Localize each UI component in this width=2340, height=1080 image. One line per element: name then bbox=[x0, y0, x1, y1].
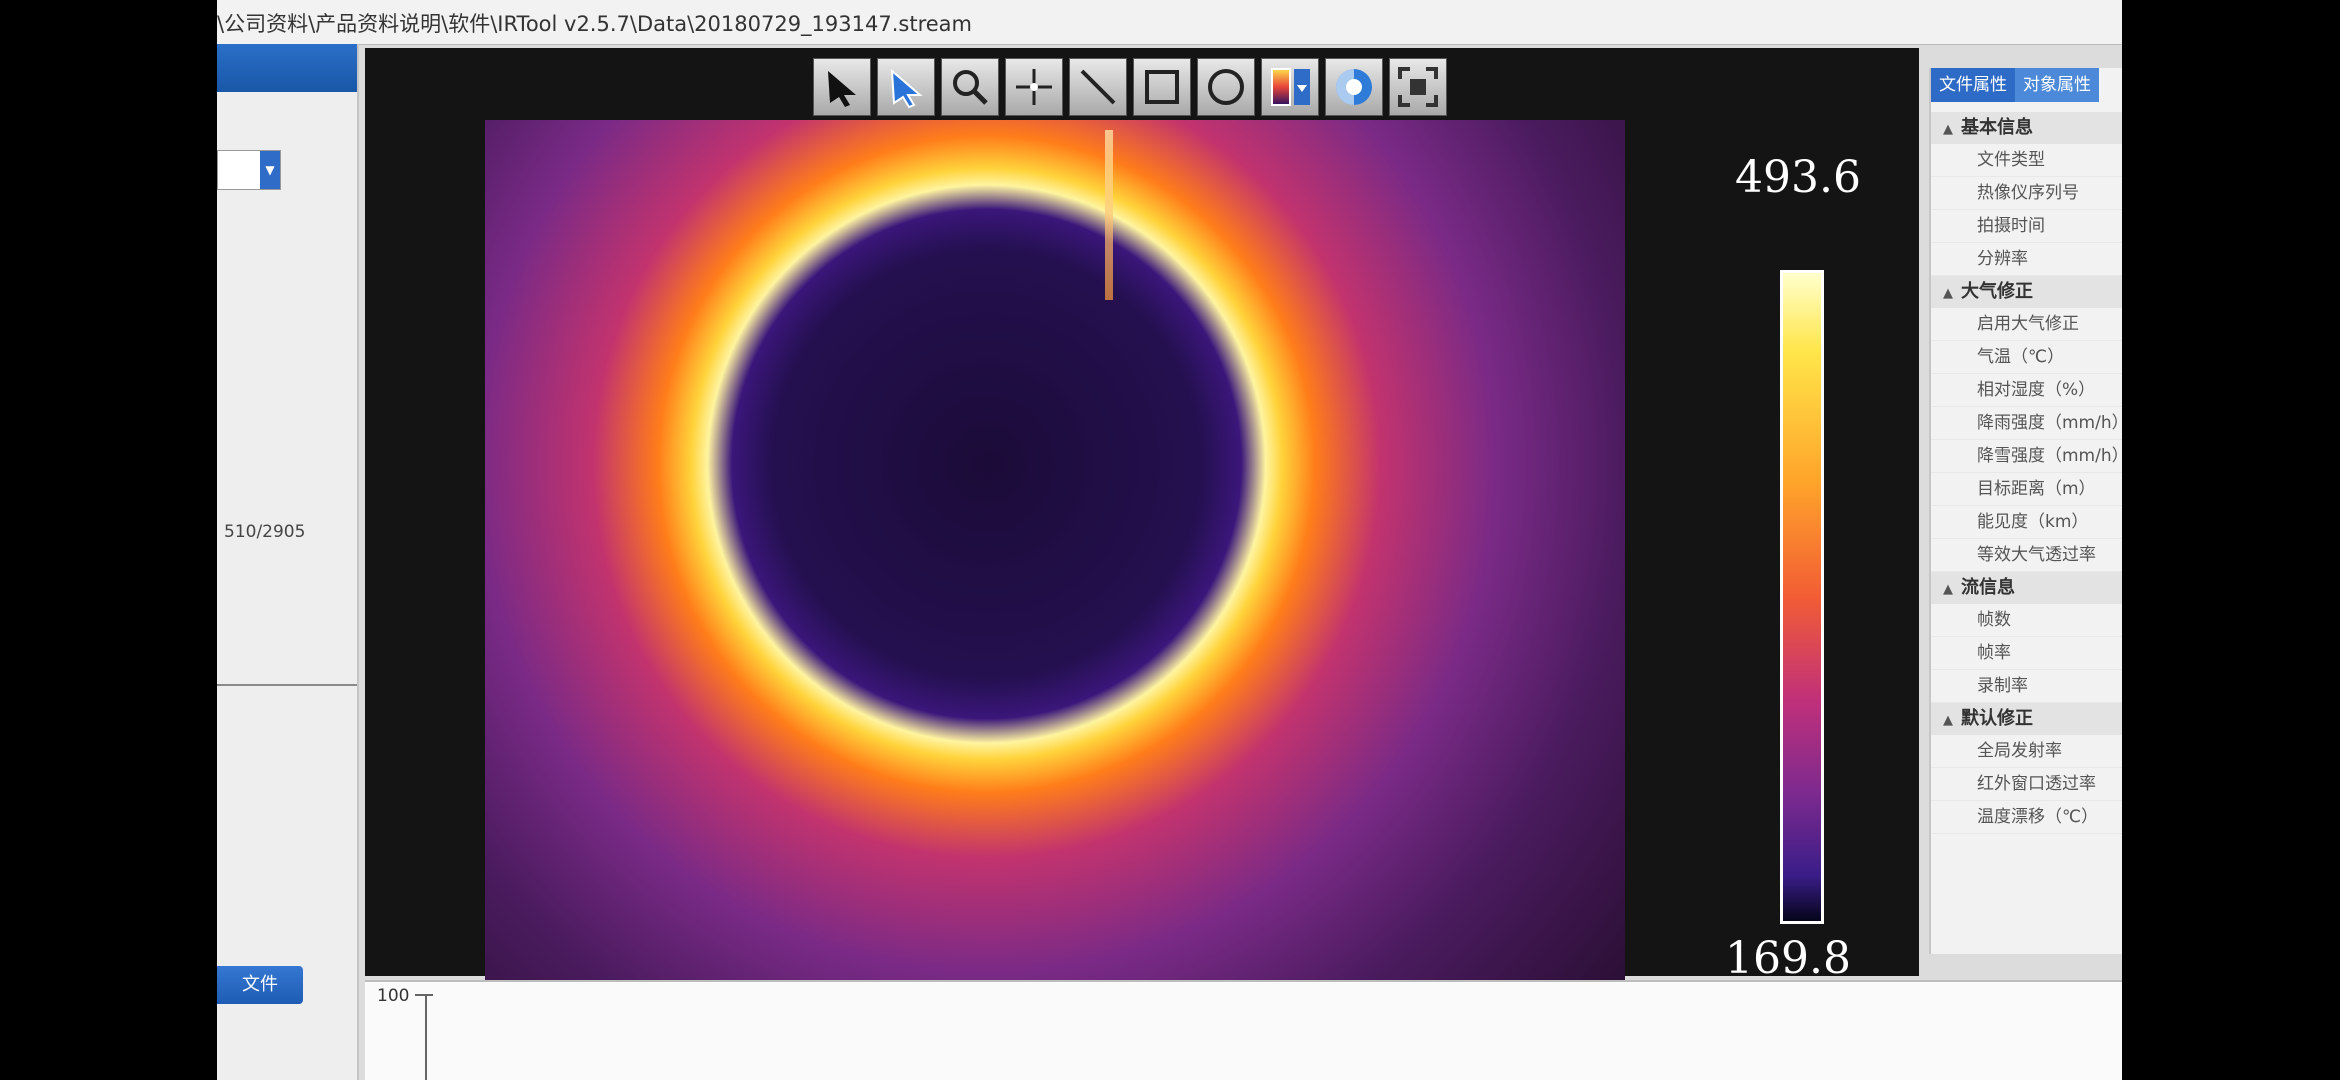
tab-file-properties[interactable]: 文件属性 bbox=[1931, 68, 2015, 102]
prop-humidity[interactable]: 相对湿度（%） bbox=[1931, 374, 2122, 407]
group-atmospheric-correction[interactable]: ▲ 大气修正 bbox=[1931, 276, 2122, 308]
left-panel-header bbox=[217, 44, 357, 92]
min-temp-label: 169.8 bbox=[1725, 933, 1851, 984]
rectangle-measure-tool[interactable] bbox=[1133, 58, 1191, 116]
frame-counter: 510/2905 bbox=[224, 522, 306, 542]
palette-tool[interactable] bbox=[1261, 58, 1319, 116]
pointer-arrow-icon bbox=[890, 68, 923, 109]
expand-arrow-icon[interactable]: ▲ bbox=[1943, 114, 1961, 146]
tab-object-properties[interactable]: 对象属性 bbox=[2015, 68, 2099, 102]
prop-record-rate[interactable]: 录制率 bbox=[1931, 670, 2122, 703]
expand-arrow-icon[interactable]: ▲ bbox=[1943, 705, 1961, 737]
thermal-viewer: 493.6 169.8 bbox=[365, 48, 1919, 984]
zoom-icon bbox=[953, 70, 988, 105]
fit-screen-icon bbox=[1398, 67, 1438, 107]
left-dropdown[interactable]: ▼ bbox=[217, 150, 281, 190]
circle-measure-tool[interactable] bbox=[1197, 58, 1255, 116]
thermal-image[interactable] bbox=[485, 120, 1625, 980]
prop-window-transmittance[interactable]: 红外窗口透过率 bbox=[1931, 768, 2122, 801]
color-scale-bar bbox=[1780, 270, 1824, 924]
prop-target-distance[interactable]: 目标距离（m） bbox=[1931, 473, 2122, 506]
fit-screen-tool[interactable] bbox=[1389, 58, 1447, 116]
divider bbox=[217, 684, 357, 686]
prop-rain-intensity[interactable]: 降雨强度（mm/h） bbox=[1931, 407, 2122, 440]
group-default-correction[interactable]: ▲ 默认修正 bbox=[1931, 703, 2122, 735]
prop-snow-intensity[interactable]: 降雪强度（mm/h） bbox=[1931, 440, 2122, 473]
properties-panel: 文件属性 对象属性 ▲ 基本信息 文件类型 热像仪序列号 拍摄时间 分辨率 ▲ 大气… bbox=[1929, 68, 2122, 954]
title-bar: \公司资料\产品资料说明\软件\IRTool v2.5.7\Data\20180… bbox=[217, 0, 2122, 45]
prop-frame-rate[interactable]: 帧率 bbox=[1931, 637, 2122, 670]
prop-resolution[interactable]: 分辨率 bbox=[1931, 243, 2122, 276]
line-measure-icon bbox=[1080, 69, 1116, 105]
palette-dropdown-icon bbox=[1271, 68, 1310, 106]
left-panel: ▼ 510/2905 文件 bbox=[217, 44, 359, 1080]
point-measure-tool[interactable] bbox=[1005, 58, 1063, 116]
group-basic-info[interactable]: ▲ 基本信息 bbox=[1931, 112, 2122, 144]
select-arrow-tool[interactable] bbox=[813, 58, 871, 116]
prop-enable-correction[interactable]: 启用大气修正 bbox=[1931, 308, 2122, 341]
group-stream-info[interactable]: ▲ 流信息 bbox=[1931, 572, 2122, 604]
prop-temp-drift[interactable]: 温度漂移（℃） bbox=[1931, 801, 2122, 834]
expand-arrow-icon[interactable]: ▲ bbox=[1943, 574, 1961, 606]
prop-capture-time[interactable]: 拍摄时间 bbox=[1931, 210, 2122, 243]
prop-air-temp[interactable]: 气温（℃） bbox=[1931, 341, 2122, 374]
pointer-arrow-tool[interactable] bbox=[877, 58, 935, 116]
y-tick-label: 100 bbox=[377, 986, 410, 1006]
prop-emissivity[interactable]: 全局发射率 bbox=[1931, 735, 2122, 768]
open-file-button[interactable]: 文件 bbox=[217, 966, 303, 1004]
select-arrow-icon bbox=[828, 71, 856, 107]
expand-arrow-icon[interactable]: ▲ bbox=[1943, 278, 1961, 310]
max-temp-label: 493.6 bbox=[1735, 152, 1861, 203]
prop-transmittance[interactable]: 等效大气透过率 bbox=[1931, 539, 2122, 572]
temperature-icon bbox=[1336, 69, 1372, 105]
prop-file-type[interactable]: 文件类型 bbox=[1931, 144, 2122, 177]
temperature-tool[interactable] bbox=[1325, 58, 1383, 116]
monitor-screen: \公司资料\产品资料说明\软件\IRTool v2.5.7\Data\20180… bbox=[217, 0, 2122, 1080]
prop-camera-serial[interactable]: 热像仪序列号 bbox=[1931, 177, 2122, 210]
circle-measure-icon bbox=[1208, 69, 1244, 105]
prop-frame-count[interactable]: 帧数 bbox=[1931, 604, 2122, 637]
point-measure-icon bbox=[1016, 69, 1052, 105]
properties-tabs: 文件属性 对象属性 bbox=[1931, 68, 2099, 102]
properties-list: ▲ 基本信息 文件类型 热像仪序列号 拍摄时间 分辨率 ▲ 大气修正 启用大气修正 … bbox=[1931, 112, 2122, 834]
line-measure-tool[interactable] bbox=[1069, 58, 1127, 116]
tick-mark bbox=[415, 994, 433, 996]
hot-streak bbox=[1105, 130, 1113, 300]
temperature-graph: 100 bbox=[365, 980, 2122, 1080]
zoom-tool[interactable] bbox=[941, 58, 999, 116]
chevron-down-icon[interactable]: ▼ bbox=[260, 151, 280, 189]
prop-visibility[interactable]: 能见度（km） bbox=[1931, 506, 2122, 539]
window-title: \公司资料\产品资料说明\软件\IRTool v2.5.7\Data\20180… bbox=[217, 12, 972, 36]
y-axis bbox=[425, 994, 427, 1080]
rectangle-measure-icon bbox=[1145, 70, 1179, 104]
viewer-toolbar bbox=[813, 58, 1447, 118]
